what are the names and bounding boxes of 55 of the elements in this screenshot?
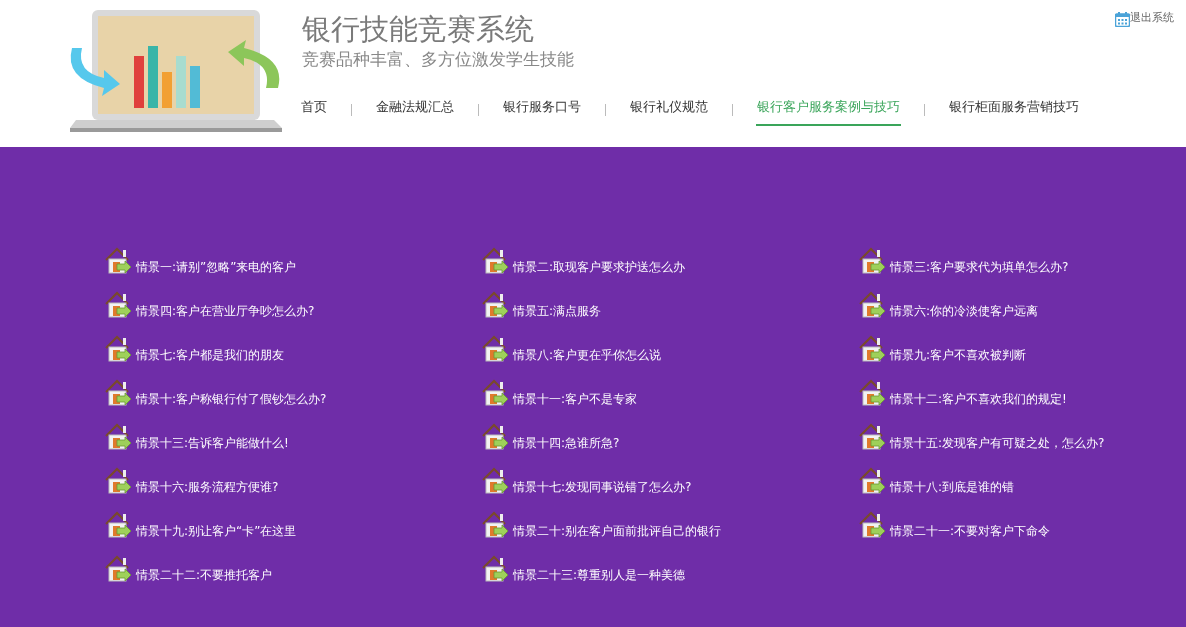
house-door-arrow-icon [104,335,132,363]
scenario-link[interactable]: 情景十二:客户不喜欢我们的规定! [890,391,1067,407]
nav-tab[interactable]: 首页 [300,93,328,126]
scenario-link[interactable]: 情景二:取现客户要求护送怎么办 [513,259,686,275]
scenario-link[interactable]: 情景十八:到底是谁的错 [890,479,1015,495]
house-door-arrow-icon [104,291,132,319]
scenario-link[interactable]: 情景十七:发现同事说错了怎么办? [513,479,692,495]
scenario-link[interactable]: 情景四:客户在营业厅争吵怎么办? [136,303,315,319]
house-door-arrow-icon [481,379,509,407]
house-door-arrow-icon [481,555,509,583]
scenario-link[interactable]: 情景五:满点服务 [513,303,602,319]
scenario-link[interactable]: 情景十:客户称银行付了假钞怎么办? [136,391,327,407]
scenario-link[interactable]: 情景一:请别”忽略”来电的客户 [136,259,297,275]
house-door-arrow-icon [858,511,886,539]
house-door-arrow-icon [858,467,886,495]
scenario-link[interactable]: 情景十九:别让客户“卡”在这里 [136,523,297,539]
house-door-arrow-icon [104,379,132,407]
scenario-link[interactable]: 情景八:客户更在乎你怎么说 [513,347,662,363]
scenario-link[interactable]: 情景二十:别在客户面前批评自己的银行 [513,523,722,539]
calendar-icon [1115,11,1130,27]
house-door-arrow-icon [481,247,509,275]
scenario-link[interactable]: 情景十四:急谁所急? [513,435,620,451]
house-door-arrow-icon [481,291,509,319]
scenario-link[interactable]: 情景十五:发现客户有可疑之处，怎么办? [890,435,1105,451]
house-door-arrow-icon [104,555,132,583]
scenario-link[interactable]: 情景三:客户要求代为填单怎么办? [890,259,1069,275]
nav-tab[interactable]: 银行礼仪规范 [629,93,709,126]
house-door-arrow-icon [858,335,886,363]
house-door-arrow-icon [858,291,886,319]
house-door-arrow-icon [858,379,886,407]
site-subtitle: 竞赛品种丰富、多方位激发学生技能 [302,48,575,71]
house-door-arrow-icon [481,511,509,539]
house-door-arrow-icon [481,335,509,363]
scenario-link[interactable]: 情景六:你的冷淡使客户远离 [890,303,1039,319]
house-door-arrow-icon [481,467,509,495]
scenario-link[interactable]: 情景十三:告诉客户能做什么! [136,435,289,451]
scenario-link[interactable]: 情景二十二:不要推托客户 [136,567,273,583]
scenario-link[interactable]: 情景九:客户不喜欢被判断 [890,347,1027,363]
nav-tab[interactable]: 银行服务口号 [502,93,582,126]
nav-tab[interactable]: 银行柜面服务营销技巧 [948,93,1080,126]
house-door-arrow-icon [858,247,886,275]
scenario-link[interactable]: 情景十六:服务流程方便谁? [136,479,279,495]
house-door-arrow-icon [481,423,509,451]
nav-tab[interactable]: 金融法规汇总 [375,93,455,126]
scenario-link[interactable]: 情景二十一:不要对客户下命令 [890,523,1051,539]
house-door-arrow-icon [104,247,132,275]
logout-link[interactable]: 退出系统 [1115,10,1174,27]
scenario-link[interactable]: 情景十一:客户不是专家 [513,391,638,407]
house-door-arrow-icon [858,423,886,451]
scenario-link[interactable]: 情景二十三:尊重别人是一种美德 [513,567,686,583]
scenario-link[interactable]: 情景七:客户都是我们的朋友 [136,347,285,363]
house-door-arrow-icon [104,511,132,539]
house-door-arrow-icon [104,423,132,451]
house-door-arrow-icon [104,467,132,495]
site-title: 银行技能竞赛系统 [302,11,535,47]
